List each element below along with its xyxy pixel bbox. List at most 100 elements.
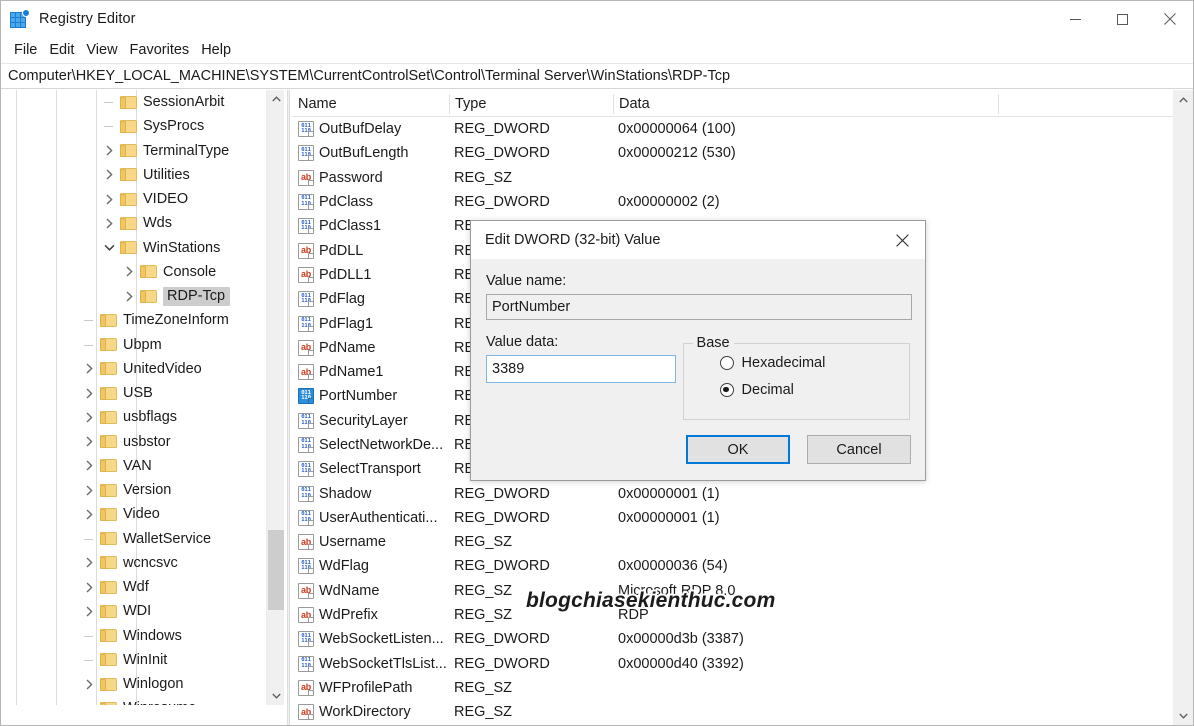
value-row[interactable]: 011 110 WebSocketListen... REG_DWORD 0x00000…: [292, 627, 1173, 651]
list-vertical-scrollbar[interactable]: [1173, 90, 1193, 725]
value-row[interactable]: 011 110 Shadow REG_DWORD 0x00000001 (1): [292, 481, 1173, 505]
chevron-down-icon[interactable]: [101, 240, 117, 256]
menu-item-view[interactable]: View: [80, 40, 123, 60]
value-name-input[interactable]: [486, 294, 912, 320]
folder-icon: [100, 386, 117, 401]
ok-button[interactable]: OK: [686, 435, 790, 464]
chevron-right-icon[interactable]: [121, 288, 137, 304]
chevron-right-icon[interactable]: [101, 191, 117, 207]
menu-item-edit[interactable]: Edit: [43, 40, 80, 60]
tree-item-windows[interactable]: Windows: [1, 624, 266, 648]
chevron-right-icon[interactable]: [81, 434, 97, 450]
tree-item-video[interactable]: Video: [1, 502, 266, 526]
value-name-cell: ab PdName1: [298, 364, 383, 381]
chevron-right-icon[interactable]: [81, 361, 97, 377]
value-row[interactable]: 011 110 OutBufDelay REG_DWORD 0x00000064 (10…: [292, 117, 1173, 141]
tree-item-walletservice[interactable]: WalletService: [1, 527, 266, 551]
column-header-type[interactable]: Type: [449, 90, 486, 117]
tree-item-usb[interactable]: USB: [1, 381, 266, 405]
base-option-decimal[interactable]: Decimal: [719, 382, 909, 398]
value-row[interactable]: 011 110 WdFlag REG_DWORD 0x00000036 (54): [292, 554, 1173, 578]
tree-item-van[interactable]: VAN: [1, 454, 266, 478]
value-row[interactable]: ab Password REG_SZ: [292, 166, 1173, 190]
folder-icon: [120, 167, 137, 182]
tree-scrollbar-thumb[interactable]: [268, 530, 284, 610]
address-bar[interactable]: Computer\HKEY_LOCAL_MACHINE\SYSTEM\Curre…: [1, 63, 1193, 89]
tree-item-winresume[interactable]: Winresume: [1, 696, 266, 705]
tree-item-ubpm[interactable]: Ubpm: [1, 333, 266, 357]
radio-hexadecimal-icon[interactable]: [719, 356, 734, 370]
minimize-button[interactable]: [1052, 1, 1099, 37]
folder-icon: [140, 289, 157, 304]
value-row[interactable]: ab Username REG_SZ: [292, 530, 1173, 554]
column-header-name[interactable]: Name: [292, 90, 337, 117]
radio-decimal-icon[interactable]: [719, 383, 734, 397]
tree-item-sessionarbit[interactable]: SessionArbit: [1, 90, 266, 114]
tree-item-sysprocs[interactable]: SysProcs: [1, 114, 266, 138]
tree-item-wds[interactable]: Wds: [1, 211, 266, 235]
value-row[interactable]: ab WdPrefix REG_SZ RDP: [292, 603, 1173, 627]
tree-item-terminaltype[interactable]: TerminalType: [1, 139, 266, 163]
tree-item-wdi[interactable]: WDI: [1, 599, 266, 623]
close-button[interactable]: [1146, 1, 1193, 37]
chevron-right-icon[interactable]: [81, 409, 97, 425]
chevron-right-icon[interactable]: [121, 264, 137, 280]
tree-item-wininit[interactable]: WinInit: [1, 648, 266, 672]
list-scroll-up-icon[interactable]: [1173, 90, 1193, 110]
value-row[interactable]: 011 110 OutBufLength REG_DWORD 0x00000212 (5…: [292, 141, 1173, 165]
tree-item-usbstor[interactable]: usbstor: [1, 430, 266, 454]
chevron-right-icon[interactable]: [81, 482, 97, 498]
value-row[interactable]: ab WorkDirectory REG_SZ: [292, 700, 1173, 724]
tree-vertical-scrollbar[interactable]: [266, 90, 284, 705]
value-data-input[interactable]: [486, 355, 676, 383]
edit-dword-dialog: Edit DWORD (32-bit) Value Value name: Va…: [470, 220, 926, 481]
tree-scroll-up-icon[interactable]: [267, 90, 285, 108]
menu-item-help[interactable]: Help: [195, 40, 237, 60]
value-row[interactable]: 011 110 WebSocketTlsList... REG_DWORD 0x0000…: [292, 652, 1173, 676]
tree-item-rdp-tcp[interactable]: RDP-Tcp: [1, 284, 266, 308]
tree-item-version[interactable]: Version: [1, 478, 266, 502]
chevron-right-icon[interactable]: [81, 385, 97, 401]
tree-item-unitedvideo[interactable]: UnitedVideo: [1, 357, 266, 381]
tree-item-utilities[interactable]: Utilities: [1, 163, 266, 187]
pane-splitter[interactable]: [287, 90, 290, 725]
tree-scroll-down-icon[interactable]: [267, 687, 285, 705]
column-header-data[interactable]: Data: [613, 90, 650, 117]
tree-item-console[interactable]: Console: [1, 260, 266, 284]
tree-item-usbflags[interactable]: usbflags: [1, 405, 266, 429]
chevron-right-icon[interactable]: [81, 603, 97, 619]
chevron-right-icon[interactable]: [101, 143, 117, 159]
chevron-right-icon[interactable]: [101, 167, 117, 183]
value-row[interactable]: 011 110 PdClass REG_DWORD 0x00000002 (2): [292, 190, 1173, 214]
tree-item-video[interactable]: VIDEO: [1, 187, 266, 211]
tree-item-winstations[interactable]: WinStations: [1, 236, 266, 260]
folder-icon: [100, 531, 117, 546]
chevron-right-icon[interactable]: [81, 506, 97, 522]
base-option-hexadecimal[interactable]: Hexadecimal: [719, 355, 909, 371]
dword-value-icon: 011 110: [298, 655, 314, 672]
list-scroll-down-icon[interactable]: [1173, 706, 1193, 725]
tree-item-wdf[interactable]: Wdf: [1, 575, 266, 599]
value-row[interactable]: ab WFProfilePath REG_SZ: [292, 676, 1173, 700]
chevron-right-icon[interactable]: [101, 215, 117, 231]
chevron-right-icon[interactable]: [81, 676, 97, 692]
folder-icon: [120, 119, 137, 134]
tree-leaf-marker: [101, 94, 117, 110]
menu-item-favorites[interactable]: Favorites: [124, 40, 196, 60]
dialog-close-button[interactable]: [880, 221, 925, 259]
tree-item-winlogon[interactable]: Winlogon: [1, 672, 266, 696]
tree-item-wcncsvc[interactable]: wcncsvc: [1, 551, 266, 575]
value-type: REG_SZ: [454, 169, 513, 186]
value-row[interactable]: 011 110 UserAuthenticati... REG_DWORD 0x0000…: [292, 506, 1173, 530]
chevron-right-icon[interactable]: [81, 555, 97, 571]
value-type: REG_DWORD: [454, 485, 550, 502]
registry-tree[interactable]: SessionArbit SysProcs TerminalType Utilitie…: [1, 90, 266, 705]
maximize-button[interactable]: [1099, 1, 1146, 37]
chevron-right-icon[interactable]: [81, 458, 97, 474]
value-name-cell: 011 110 SelectNetworkDe...: [298, 437, 443, 453]
value-row[interactable]: ab WdName REG_SZ Microsoft RDP 8.0: [292, 579, 1173, 603]
tree-item-timezoneinform[interactable]: TimeZoneInform: [1, 308, 266, 332]
menu-item-file[interactable]: File: [8, 40, 43, 60]
chevron-right-icon[interactable]: [81, 579, 97, 595]
cancel-button[interactable]: Cancel: [807, 435, 911, 464]
